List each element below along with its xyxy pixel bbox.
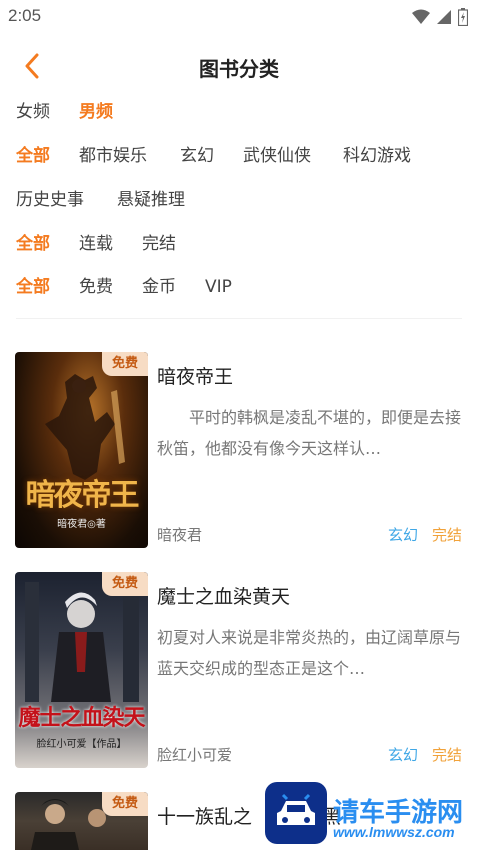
battery-icon [458, 8, 468, 26]
book-title: 魔士之血染黄天 [157, 586, 291, 608]
filter-status-all[interactable]: 全部 [16, 226, 50, 262]
genre-tag: 玄幻 [387, 746, 418, 764]
status-bar: 2:05 [0, 0, 478, 36]
filter-category-all[interactable]: 全部 [16, 138, 50, 174]
book-author: 脸红小可爱 [157, 746, 233, 764]
filter-price-coin[interactable]: 金币 [142, 269, 176, 305]
book-title: 暗夜帝王 [157, 366, 234, 388]
filter-category-wuxia[interactable]: 武侠仙侠 [243, 138, 311, 174]
book-title-text: 十一族乱之 [157, 806, 253, 828]
free-badge: 免费 [101, 792, 148, 816]
cover-title: 魔士之血染天 [18, 705, 145, 731]
status-tag: 完结 [431, 526, 462, 544]
filter-category-urban[interactable]: 都市娱乐 [79, 138, 147, 174]
book-cover[interactable]: 魔士之血染天 脸红小可爱【作品】 免费 [15, 572, 148, 768]
filter-price-all[interactable]: 全部 [16, 269, 50, 305]
filter-category-fantasy[interactable]: 玄幻 [180, 138, 214, 174]
free-badge: 免费 [101, 572, 148, 596]
filter-row-category: 全部 都市娱乐 玄幻 武侠仙侠 科幻游戏 [0, 138, 478, 174]
book-description: 初夏对人来说是非常炎热的，由辽阔草原与蓝天交织成的型态正是这个… [157, 628, 461, 678]
free-badge: 免费 [101, 352, 148, 376]
filter-price-free[interactable]: 免费 [79, 269, 113, 305]
cover-author: 脸红小可爱【作品】 [36, 739, 127, 750]
filter-category-mystery[interactable]: 悬疑推理 [117, 182, 185, 218]
wifi-icon [412, 9, 430, 24]
filter-category-history[interactable]: 历史史事 [16, 182, 84, 218]
book-cover[interactable]: 免费 [15, 792, 148, 850]
filter-row-category-2: 历史史事 悬疑推理 [0, 182, 478, 218]
cover-author: 暗夜君◎著 [57, 519, 106, 530]
filter-status-completed[interactable]: 完结 [142, 226, 176, 262]
book-item[interactable]: 暗夜帝王 暗夜君◎著 免费 暗夜帝王 平时的韩枫是凌乱不堪的，即便是去接秋笛，他… [0, 352, 478, 552]
filter-price-vip[interactable]: VIP [205, 269, 232, 305]
page-title: 图书分类 [199, 57, 279, 81]
book-description: 平时的韩枫是凌乱不堪的，即便是去接秋笛，他都没有像今天这样认… [157, 408, 461, 458]
status-tag: 完结 [431, 746, 462, 764]
book-item[interactable]: 魔士之血染天 脸红小可爱【作品】 免费 魔士之血染黄天 初夏对人来说是非常炎热的… [0, 572, 478, 772]
book-cover[interactable]: 暗夜帝王 暗夜君◎著 免费 [15, 352, 148, 548]
filter-category-scifi[interactable]: 科幻游戏 [343, 138, 411, 174]
filter-gender-female[interactable]: 女频 [16, 94, 50, 130]
filter-status-ongoing[interactable]: 连载 [79, 226, 113, 262]
status-icons [412, 8, 468, 26]
book-author: 暗夜君 [157, 526, 203, 544]
watermark-url: www.lmwwsz.com [333, 824, 455, 840]
divider [16, 318, 462, 319]
filter-gender-male[interactable]: 男频 [79, 94, 113, 130]
nav-bar: 图书分类 [0, 40, 478, 92]
filter-row-status: 全部 连载 完结 [0, 226, 478, 262]
filter-row-gender: 女频 男频 [0, 94, 478, 130]
filter-row-price: 全部 免费 金币 VIP [0, 269, 478, 305]
signal-icon [437, 10, 451, 24]
watermark: 请车手游网 www.lmwwsz.com [265, 782, 478, 850]
genre-tag: 玄幻 [387, 526, 418, 544]
cover-title: 暗夜帝王 [25, 478, 140, 513]
car-logo-icon [265, 782, 327, 844]
status-time: 2:05 [8, 6, 42, 25]
